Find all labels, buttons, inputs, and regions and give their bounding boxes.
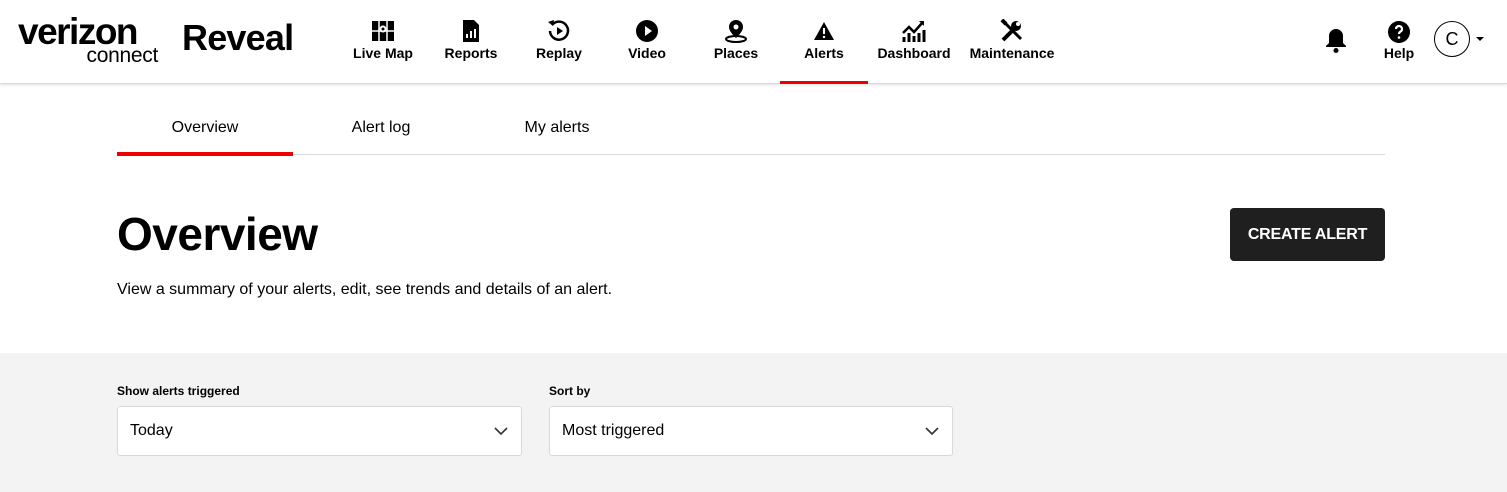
sort-select[interactable]: Most triggered bbox=[549, 406, 953, 456]
tab-alert-log[interactable]: Alert log bbox=[293, 100, 469, 155]
help-icon bbox=[1388, 21, 1410, 43]
nav-label: Reports bbox=[444, 45, 498, 61]
triggered-select[interactable]: Today bbox=[117, 406, 522, 456]
avatar: C bbox=[1434, 21, 1470, 57]
nav-replay[interactable]: Replay bbox=[533, 0, 585, 84]
report-icon bbox=[458, 19, 484, 43]
triggered-select-value: Today bbox=[130, 422, 173, 439]
replay-icon bbox=[546, 19, 572, 43]
nav-label: Alerts bbox=[804, 45, 844, 61]
verizon-connect-logo[interactable]: verizon connect bbox=[18, 12, 160, 68]
brand-suffix: connect bbox=[86, 44, 159, 67]
chevron-down-icon bbox=[925, 427, 939, 436]
map-icon bbox=[370, 19, 396, 43]
create-alert-button[interactable]: CREATE ALERT bbox=[1230, 208, 1385, 261]
nav-video[interactable]: Video bbox=[625, 0, 669, 84]
nav-label: Live Map bbox=[353, 45, 413, 61]
play-icon bbox=[634, 19, 660, 43]
tab-label: Alert log bbox=[351, 118, 411, 136]
nav-label: Video bbox=[628, 45, 666, 61]
place-pin-icon bbox=[723, 19, 749, 43]
nav-reports[interactable]: Reports bbox=[441, 0, 501, 84]
triggered-filter-label: Show alerts triggered bbox=[117, 384, 240, 398]
chevron-down-icon bbox=[494, 427, 508, 436]
nav-label: Replay bbox=[536, 45, 582, 61]
help-button[interactable]: Help bbox=[1380, 20, 1418, 66]
tab-label: Overview bbox=[171, 118, 239, 136]
sort-select-value: Most triggered bbox=[562, 422, 665, 439]
tools-icon bbox=[999, 19, 1025, 43]
tab-my-alerts[interactable]: My alerts bbox=[469, 100, 645, 155]
product-name: Reveal bbox=[182, 17, 294, 58]
user-menu[interactable]: C bbox=[1434, 20, 1484, 58]
chart-icon bbox=[901, 19, 927, 43]
nav-label: Dashboard bbox=[877, 45, 951, 61]
tab-overview[interactable]: Overview bbox=[117, 100, 293, 156]
top-navigation-bar: verizon connect Reveal Live Map Reports … bbox=[0, 0, 1507, 84]
caret-down-icon bbox=[1476, 37, 1484, 41]
nav-places[interactable]: Places bbox=[710, 0, 762, 84]
nav-dashboard[interactable]: Dashboard bbox=[877, 0, 951, 84]
nav-alerts[interactable]: Alerts bbox=[780, 0, 868, 84]
nav-label: Places bbox=[713, 45, 759, 61]
nav-live-map[interactable]: Live Map bbox=[348, 0, 418, 84]
tab-label: My alerts bbox=[524, 118, 590, 136]
filter-panel: Show alerts triggered Today Sort by Most… bbox=[0, 353, 1507, 492]
sort-filter-label: Sort by bbox=[549, 384, 591, 398]
notification-bell-icon[interactable] bbox=[1322, 26, 1350, 54]
page-title: Overview bbox=[117, 208, 318, 260]
help-label: Help bbox=[1383, 45, 1415, 61]
warning-icon bbox=[811, 19, 837, 43]
page-description: View a summary of your alerts, edit, see… bbox=[117, 281, 613, 298]
alerts-tabs: Overview Alert log My alerts bbox=[117, 100, 1385, 156]
nav-label: Maintenance bbox=[969, 45, 1055, 61]
nav-maintenance[interactable]: Maintenance bbox=[968, 0, 1056, 84]
